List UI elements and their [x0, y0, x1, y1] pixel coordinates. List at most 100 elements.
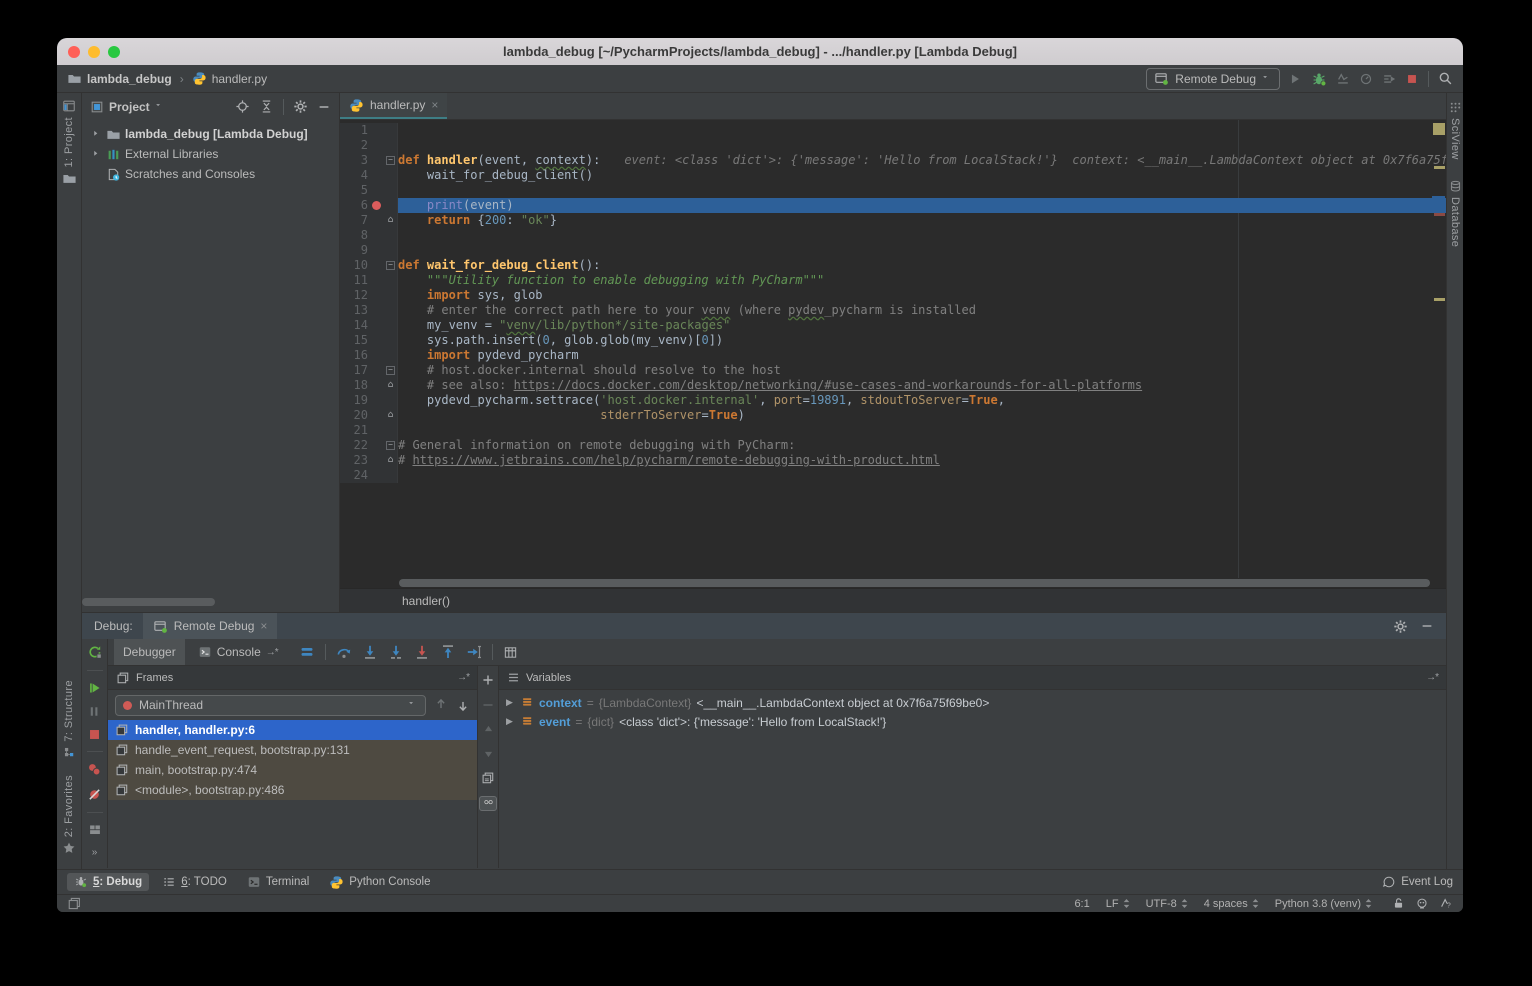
run-to-cursor-button[interactable]: [466, 644, 482, 660]
remove-watch-button[interactable]: [481, 698, 495, 712]
chevron-right-icon[interactable]: [90, 129, 102, 140]
gutter[interactable]: 14: [340, 318, 398, 333]
stack-frame-3[interactable]: <module>, bootstrap.py:486: [108, 780, 477, 800]
run-concurrency-button[interactable]: [1382, 72, 1396, 86]
hide-panel-button[interactable]: [317, 100, 331, 114]
gutter[interactable]: 20⌂: [340, 408, 398, 423]
close-tab-icon[interactable]: ×: [431, 98, 438, 112]
code-line-17[interactable]: 17− # host.docker.internal should resolv…: [340, 363, 1446, 378]
pin-tab-icon[interactable]: →*: [266, 647, 278, 658]
fold-end-icon[interactable]: ⌂: [388, 213, 394, 228]
resume-button[interactable]: [88, 681, 102, 695]
fold-end-icon[interactable]: ⌂: [388, 453, 394, 468]
fold-end-icon[interactable]: ⌂: [388, 378, 394, 393]
step-into-button[interactable]: [362, 644, 378, 660]
code-line-8[interactable]: 8: [340, 228, 1446, 243]
code-line-6[interactable]: 6 print(event): [340, 198, 1446, 213]
tool-button-favorites[interactable]: 2: Favorites: [62, 771, 76, 855]
gutter[interactable]: 19: [340, 393, 398, 408]
breakpoint-dot[interactable]: [372, 201, 381, 210]
code-line-16[interactable]: 16 import pydevd_pycharm: [340, 348, 1446, 363]
reader-mode-icon[interactable]: ?: [1439, 897, 1453, 911]
gutter[interactable]: 1: [340, 123, 398, 138]
code-line-22[interactable]: 22−# General information on remote debug…: [340, 438, 1446, 453]
code-line-21[interactable]: 21: [340, 423, 1446, 438]
stop-button[interactable]: [88, 728, 101, 741]
fold-marker-icon[interactable]: −: [386, 366, 395, 375]
toolwindow-button-debug[interactable]: 5: Debug: [67, 873, 149, 891]
debug-session-tab[interactable]: Remote Debug ×: [143, 613, 278, 639]
collapse-all-button[interactable]: [259, 99, 274, 114]
editor-horizontal-scrollbar[interactable]: [340, 578, 1446, 588]
fold-marker-icon[interactable]: −: [386, 261, 395, 270]
code-line-13[interactable]: 13 # enter the correct path here to your…: [340, 303, 1446, 318]
gutter[interactable]: 21: [340, 423, 398, 438]
code-line-2[interactable]: 2: [340, 138, 1446, 153]
stack-frame-0[interactable]: handler, handler.py:6: [108, 720, 477, 740]
more-actions-button[interactable]: »: [92, 847, 98, 858]
tool-button-structure[interactable]: 7: Structure: [63, 676, 76, 759]
status-item-4[interactable]: Python 3.8 (venv): [1275, 898, 1372, 910]
gutter[interactable]: 18⌂: [340, 378, 398, 393]
threads-view-icon[interactable]: [299, 644, 315, 660]
code-line-24[interactable]: 24: [340, 468, 1446, 483]
close-window-button[interactable]: [68, 46, 80, 58]
code-line-1[interactable]: 1: [340, 123, 1446, 138]
tool-button-sciview[interactable]: SciView: [1449, 101, 1462, 164]
fold-marker-icon[interactable]: −: [386, 156, 395, 165]
step-out-button[interactable]: [440, 644, 456, 660]
breadcrumb-file[interactable]: handler.py: [192, 71, 267, 86]
gutter[interactable]: 17−: [340, 363, 398, 378]
stop-button[interactable]: [1405, 72, 1419, 86]
gutter[interactable]: 9: [340, 243, 398, 258]
pause-button[interactable]: [88, 705, 101, 718]
breadcrumb-function[interactable]: handler(): [402, 594, 450, 608]
event-log-button[interactable]: Event Log: [1382, 875, 1453, 889]
gutter[interactable]: 8: [340, 228, 398, 243]
status-item-1[interactable]: LF: [1106, 898, 1130, 910]
tool-button-database[interactable]: Database: [1449, 180, 1462, 251]
gutter[interactable]: 7⌂: [340, 213, 398, 228]
close-session-icon[interactable]: ×: [260, 619, 267, 633]
variables-options-icon[interactable]: [507, 671, 520, 684]
evaluate-expression-button[interactable]: [503, 645, 518, 660]
stack-frame-2[interactable]: main, bootstrap.py:474: [108, 760, 477, 780]
expand-arrow-icon[interactable]: ▶: [506, 716, 516, 727]
toolwindow-button-todo[interactable]: 6: TODO: [155, 873, 234, 891]
gutter[interactable]: 16: [340, 348, 398, 363]
show-watches-toggle[interactable]: [479, 796, 497, 811]
gutter[interactable]: 6: [340, 198, 398, 213]
gutter[interactable]: 13: [340, 303, 398, 318]
code-line-23[interactable]: 23⌂# https://www.jetbrains.com/help/pych…: [340, 453, 1446, 468]
next-frame-button[interactable]: [456, 698, 470, 712]
tool-button-project[interactable]: 1: Project: [62, 99, 77, 186]
debug-button[interactable]: [1311, 71, 1327, 87]
gutter[interactable]: 11: [340, 273, 398, 288]
code-line-4[interactable]: 4 wait_for_debug_client(): [340, 168, 1446, 183]
code-editor[interactable]: 123−def handler(event, context):event: <…: [340, 120, 1446, 578]
highlighting-level-icon[interactable]: [1415, 897, 1429, 911]
fold-end-icon[interactable]: ⌂: [388, 408, 394, 423]
gutter[interactable]: 10−: [340, 258, 398, 273]
gear-icon[interactable]: [293, 99, 308, 114]
add-watch-button[interactable]: [481, 673, 495, 687]
gutter[interactable]: 2: [340, 138, 398, 153]
step-into-my-code-button[interactable]: [414, 644, 430, 660]
project-horizontal-scrollbar[interactable]: [82, 598, 215, 606]
coverage-button[interactable]: [1336, 72, 1350, 86]
previous-frame-button[interactable]: [434, 698, 448, 712]
project-panel-title[interactable]: Project: [109, 100, 150, 114]
profiler-button[interactable]: [1359, 72, 1373, 86]
tab-debugger[interactable]: Debugger: [114, 639, 185, 665]
variable-row-event[interactable]: ▶event = {dict}<class 'dict'>: {'message…: [499, 712, 1446, 731]
chevron-right-icon[interactable]: [90, 149, 102, 160]
lock-icon[interactable]: [1392, 897, 1405, 910]
code-line-10[interactable]: 10−def wait_for_debug_client():: [340, 258, 1446, 273]
view-breakpoints-button[interactable]: [87, 762, 102, 777]
gutter[interactable]: 12: [340, 288, 398, 303]
mute-breakpoints-button[interactable]: [87, 787, 102, 802]
restore-layout-button[interactable]: [88, 823, 102, 837]
zoom-window-button[interactable]: [108, 46, 120, 58]
code-line-15[interactable]: 15 sys.path.insert(0, glob.glob(my_venv)…: [340, 333, 1446, 348]
force-step-into-button[interactable]: [388, 644, 404, 660]
